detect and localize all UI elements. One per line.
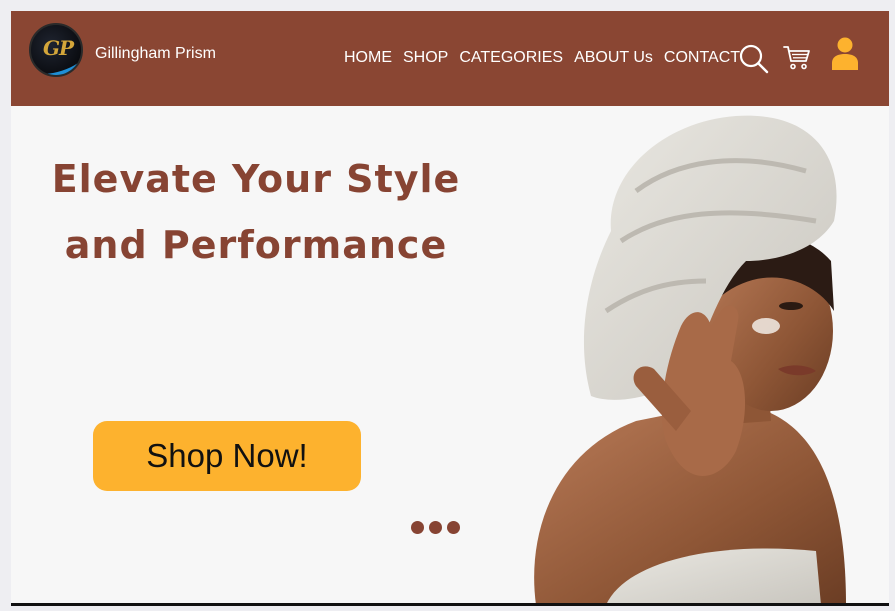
nav-link-categories[interactable]: CATEGORIES xyxy=(459,49,563,67)
brand-name[interactable]: Gillingham Prism xyxy=(95,45,216,63)
carousel-dots xyxy=(411,521,460,534)
search-icon[interactable] xyxy=(739,44,769,74)
logo-initials: GP xyxy=(42,36,74,60)
carousel-dot-3[interactable] xyxy=(447,521,460,534)
user-icon[interactable] xyxy=(831,37,859,71)
nav-link-contact[interactable]: CONTACT xyxy=(664,49,740,67)
page-frame: GP Gillingham Prism HOME SHOP CATEGORIES… xyxy=(11,11,889,605)
brand-logo[interactable]: GP xyxy=(29,23,83,77)
shop-now-button[interactable]: Shop Now! xyxy=(93,421,361,491)
hero-title-line-2: and Performance xyxy=(64,223,448,267)
cart-icon[interactable] xyxy=(783,45,811,71)
hero-model-image xyxy=(516,111,856,605)
hero-title-line-1: Elevate Your Style xyxy=(51,157,461,201)
nav-link-shop[interactable]: SHOP xyxy=(403,49,448,67)
carousel-dot-1[interactable] xyxy=(411,521,424,534)
nav-link-home[interactable]: HOME xyxy=(344,49,392,67)
carousel-dot-2[interactable] xyxy=(429,521,442,534)
hero-title: Elevate Your Style and Performance xyxy=(41,146,471,278)
main-nav: HOME SHOP CATEGORIES ABOUT Us CONTACT xyxy=(344,49,751,67)
navbar: GP Gillingham Prism HOME SHOP CATEGORIES… xyxy=(11,11,889,106)
page-bottom-border xyxy=(11,603,889,606)
nav-link-about[interactable]: ABOUT Us xyxy=(574,49,653,67)
